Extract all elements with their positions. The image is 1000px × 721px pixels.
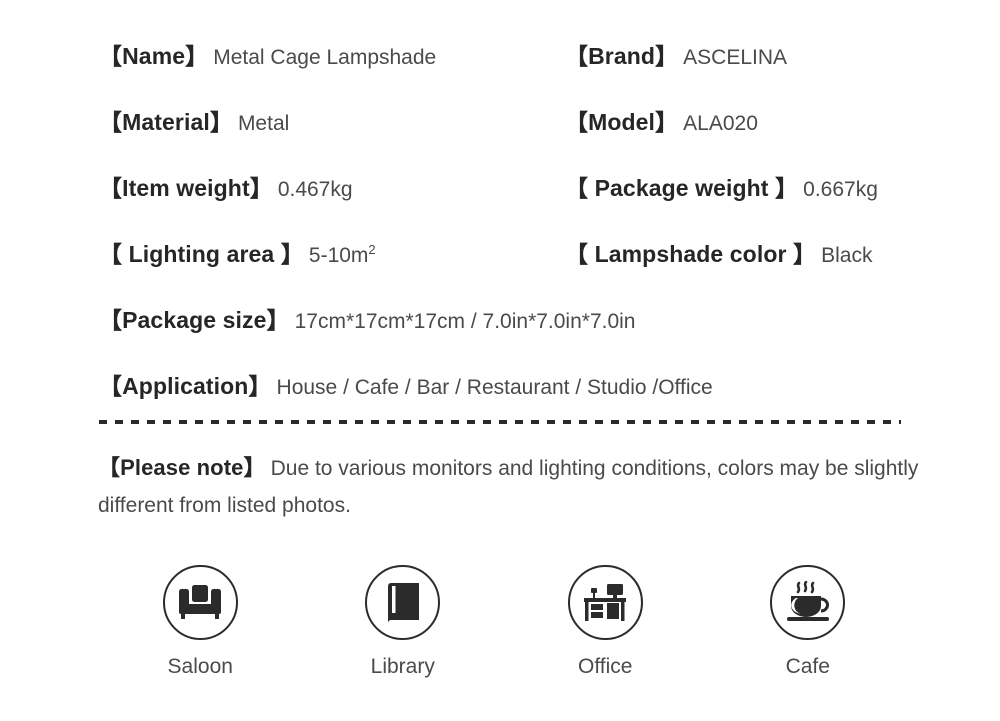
spec-item-model: 【Model】 ALA020: [565, 104, 758, 144]
scene-label: Saloon: [167, 655, 233, 678]
spec-item-item-weight: 【Item weight】 0.467kg: [99, 170, 353, 210]
spec-row: 【Application】 House / Cafe / Bar / Restau…: [99, 368, 959, 434]
application-scene-strip: Saloon Library Office Cafe: [99, 565, 909, 679]
spec-item-material: 【Material】 Metal: [99, 104, 289, 144]
scene-label: Library: [370, 655, 435, 678]
spec-item-brand: 【Brand】 ASCELINA: [565, 38, 787, 78]
spec-label: 【 Package weight 】: [565, 175, 799, 201]
scene-icon-circle: [567, 565, 643, 640]
scene-item-library: Library: [302, 565, 505, 679]
scene-label: Cafe: [785, 655, 830, 678]
spec-value: Metal: [237, 112, 290, 135]
scene-label: Office: [578, 655, 633, 678]
spec-label: 【Package size】: [99, 307, 290, 333]
spec-item-lampshade-color: 【 Lampshade color 】 Black: [565, 236, 872, 276]
spec-value: 5-10m2: [308, 242, 376, 267]
spec-item-lighting-area: 【 Lighting area 】 5-10m2: [99, 236, 376, 276]
scene-icon-circle: [365, 565, 441, 640]
scene-item-cafe: Cafe: [707, 565, 910, 679]
spec-value: ASCELINA: [683, 46, 788, 69]
desk-icon: [582, 582, 628, 624]
spec-value: ALA020: [683, 112, 758, 135]
dashed-divider: [99, 420, 901, 424]
spec-label: 【Brand】: [565, 43, 679, 69]
spec-value: Black: [821, 244, 873, 267]
spec-value-superscript: 2: [368, 242, 376, 257]
spec-label: 【Material】: [99, 109, 233, 135]
spec-label: 【 Lampshade color 】: [565, 241, 817, 267]
spec-item-package-size: 【Package size】 17cm*17cm*17cm / 7.0in*7.0…: [99, 302, 636, 342]
scene-item-saloon: Saloon: [99, 565, 302, 679]
scene-icon-circle: [770, 565, 846, 640]
spec-item-package-weight: 【 Package weight 】 0.667kg: [565, 170, 878, 210]
spec-value: 0.467kg: [277, 178, 353, 201]
scene-icon-circle: [162, 565, 238, 640]
spec-row: 【 Lighting area 】 5-10m2 【 Lampshade colo…: [99, 236, 959, 302]
spec-value: House / Cafe / Bar / Restaurant / Studio…: [276, 376, 713, 399]
book-icon: [383, 582, 423, 624]
spec-grid: 【Name】 Metal Cage Lampshade 【Brand】 ASCELI…: [99, 38, 959, 434]
spec-label: 【Application】: [99, 373, 272, 399]
spec-row: 【Name】 Metal Cage Lampshade 【Brand】 ASCELI…: [99, 38, 959, 104]
coffee-cup-icon: [784, 580, 832, 625]
spec-value: 0.667kg: [803, 178, 878, 201]
spec-row: 【Material】 Metal 【Model】 ALA020: [99, 104, 959, 170]
spec-label: 【 Lighting area 】: [99, 241, 304, 267]
spec-value: 17cm*17cm*17cm / 7.0in*7.0in*7.0in: [294, 310, 636, 333]
armchair-icon: [177, 583, 223, 623]
please-note-section: 【Please note】 Due to various monitors and…: [98, 450, 928, 525]
spec-label: 【Item weight】: [99, 175, 273, 201]
scene-item-office: Office: [504, 565, 707, 679]
spec-row: 【Item weight】 0.467kg 【 Package weight 】 0…: [99, 170, 959, 236]
spec-value-text: 5-10m: [308, 244, 369, 267]
spec-item-name: 【Name】 Metal Cage Lampshade: [99, 38, 436, 78]
spec-value: Metal Cage Lampshade: [213, 46, 437, 69]
spec-row: 【Package size】 17cm*17cm*17cm / 7.0in*7.0…: [99, 302, 959, 368]
product-spec-sheet: 【Name】 Metal Cage Lampshade 【Brand】 ASCELI…: [0, 0, 1000, 721]
spec-item-application: 【Application】 House / Cafe / Bar / Restau…: [99, 368, 713, 408]
please-note-label: 【Please note】: [98, 455, 266, 480]
spec-label: 【Name】: [99, 43, 209, 69]
spec-label: 【Model】: [565, 109, 679, 135]
